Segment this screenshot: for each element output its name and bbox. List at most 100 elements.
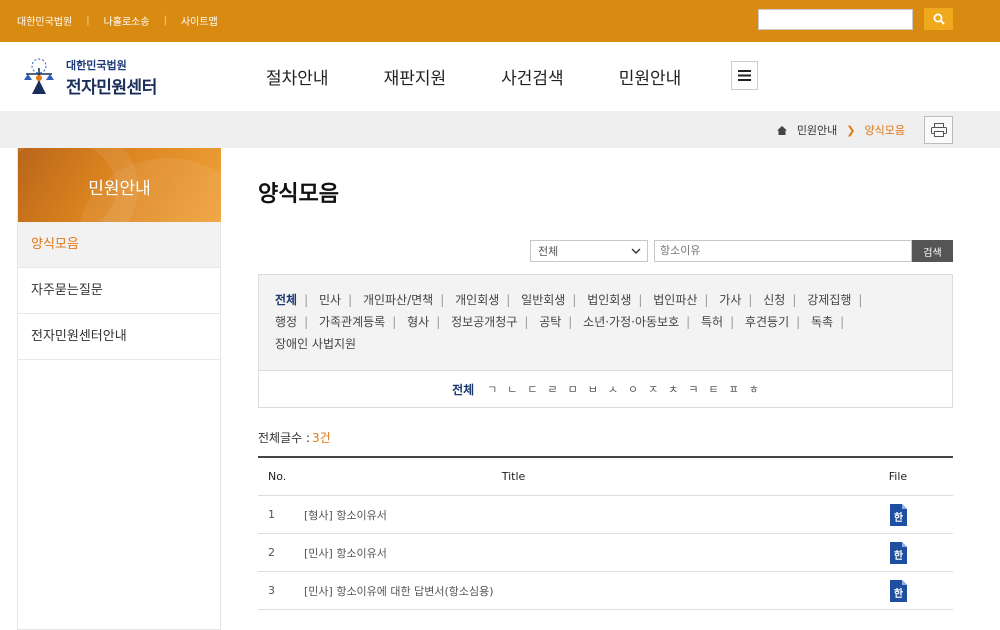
category-item[interactable]: 일반회생 [521,293,565,307]
category-item[interactable]: 강제집행 [807,293,851,307]
main-nav: 절차안내 재판지원 사건검색 민원안내 [266,64,736,89]
category-item[interactable]: 민사 [319,293,341,307]
category-item[interactable]: 독촉 [811,315,833,329]
row-title[interactable]: [형사] 항소이유서 [304,507,843,523]
category-item[interactable]: 특허 [701,315,723,329]
divider: | [86,15,90,26]
row-no: 2 [268,546,275,559]
search-icon [933,13,945,25]
category-line: 전체 | 민사 | 개인파산/면책 | 개인회생 | 일반회생 | 법인회생 | 법인파산 |… [275,293,863,307]
hamburger-icon [738,70,751,81]
nav-civil-petition[interactable]: 민원안내 [619,64,682,89]
top-search-button[interactable] [924,8,953,30]
category-item[interactable]: 법인회생 [587,293,631,307]
breadcrumb: 민원안내 ❯ 양식모음 [776,122,905,138]
category-item[interactable]: 개인회생 [455,293,499,307]
consonant-item[interactable]: ㄱ [487,381,497,397]
svg-text:한: 한 [893,512,903,524]
header-no: No. [268,470,287,483]
category-item[interactable]: 정보공개청구 [451,315,517,329]
category-filter: 전체 | 민사 | 개인파산/면책 | 개인회생 | 일반회생 | 법인회생 | 법인파산 |… [258,274,953,371]
consonant-item[interactable]: ㅈ [648,381,658,397]
category-item[interactable]: 공탁 [539,315,561,329]
link-sitemap[interactable]: 사이트맵 [181,13,218,28]
search-button[interactable]: 검색 [912,240,953,262]
link-court[interactable]: 대한민국법원 [17,13,72,28]
sidebar-item-forms[interactable]: 양식모음 [18,222,220,268]
category-item[interactable]: 행정 [275,315,297,329]
sidebar-item-faq[interactable]: 자주묻는질문 [18,268,220,314]
print-button[interactable] [924,116,953,144]
total-count: 전체글수 :3건 [258,429,331,446]
category-item[interactable]: 가사 [719,293,741,307]
top-search-input[interactable] [758,9,913,30]
category-item[interactable]: 신청 [763,293,785,307]
home-icon[interactable] [776,125,787,135]
consonant-item[interactable]: ㄹ [548,381,558,397]
category-item[interactable]: 소년·가정·아동보호 [583,315,679,329]
logo-subtitle: 대한민국법원 [66,58,127,72]
row-title[interactable]: [민사] 항소이유서 [304,545,843,561]
consonant-item[interactable]: ㅎ [749,381,759,397]
consonant-item[interactable]: ㅅ [608,381,618,397]
chevron-right-icon: ❯ [846,123,856,137]
court-emblem-icon [24,58,54,94]
table-row: 2 [민사] 항소이유서 한 [258,534,953,572]
hwp-file-icon[interactable]: 한 [889,541,907,564]
sidebar: 민원안내 양식모음 자주묻는질문 전자민원센터안내 [17,148,221,630]
breadcrumb-current: 양식모음 [864,124,905,137]
consonant-item[interactable]: ㅇ [628,381,638,397]
nav-procedure-guide[interactable]: 절차안내 [266,64,329,89]
table-row: 1 [형사] 항소이유서 한 [258,496,953,534]
site-logo[interactable]: 대한민국법원 전자민원센터 [18,56,157,98]
header-file: File [888,470,908,483]
hwp-file-icon[interactable]: 한 [889,503,907,526]
category-all[interactable]: 전체 [275,293,297,307]
consonant-item[interactable]: ㅊ [668,381,678,397]
all-menu-button[interactable] [731,61,758,90]
breadcrumb-bar: 민원안내 ❯ 양식모음 [0,111,1000,148]
nav-case-search[interactable]: 사건검색 [501,64,564,89]
logo-title: 전자민원센터 [66,77,157,98]
breadcrumb-parent[interactable]: 민원안내 [797,122,837,138]
row-title[interactable]: [민사] 항소이유에 대한 답변서(항소심용) [304,583,843,599]
consonant-item[interactable]: ㄴ [507,381,517,397]
row-no: 1 [268,508,275,521]
link-self-litigation[interactable]: 나홀로소송 [104,13,150,28]
row-no: 3 [268,584,275,597]
sidebar-title: 민원안내 [88,179,151,199]
category-select[interactable]: 전체 [530,240,648,262]
category-item[interactable]: 후견등기 [745,315,789,329]
consonant-item[interactable]: ㅋ [688,381,698,397]
category-select-value: 전체 [538,245,559,258]
top-bar: 대한민국법원 | 나홀로소송 | 사이트맵 [0,0,1000,42]
consonant-item[interactable]: ㅌ [709,381,719,397]
consonant-item[interactable]: ㄷ [527,381,537,397]
sidebar-header: 민원안내 [18,148,221,222]
nav-trial-support[interactable]: 재판지원 [384,64,447,89]
chevron-down-icon [631,248,641,254]
consonant-index: 전체 ㄱ ㄴ ㄷ ㄹ ㅁ ㅂ ㅅ ㅇ ㅈ ㅊ ㅋ ㅌ ㅍ ㅎ [258,371,953,408]
divider: | [163,15,167,26]
category-item[interactable]: 법인파산 [653,293,697,307]
consonant-all[interactable]: 전체 [452,381,474,398]
table-row: 3 [민사] 항소이유에 대한 답변서(항소심용) 한 [258,572,953,610]
sidebar-item-center-info[interactable]: 전자민원센터안내 [18,314,220,360]
page-title: 양식모음 [258,182,339,207]
forms-table: No. Title File 1 [형사] 항소이유서 한 2 [민사] 항소이… [258,456,953,610]
hwp-file-icon[interactable]: 한 [889,579,907,602]
category-item[interactable]: 장애인 사법지원 [275,337,356,351]
utility-links: 대한민국법원 | 나홀로소송 | 사이트맵 [17,13,218,28]
category-item[interactable]: 형사 [407,315,429,329]
svg-text:한: 한 [893,550,903,562]
printer-icon [930,123,947,137]
category-item[interactable]: 가족관계등록 [319,315,385,329]
total-count-label: 전체글수 : [258,431,311,445]
category-item[interactable]: 개인파산/면책 [363,293,433,307]
header-title: Title [501,470,526,483]
consonant-item[interactable]: ㅁ [568,381,578,397]
category-line: 장애인 사법지원 [275,333,936,355]
consonant-item[interactable]: ㅍ [729,381,739,397]
keyword-search-input[interactable]: 항소이유 [654,240,912,262]
consonant-item[interactable]: ㅂ [588,381,598,397]
